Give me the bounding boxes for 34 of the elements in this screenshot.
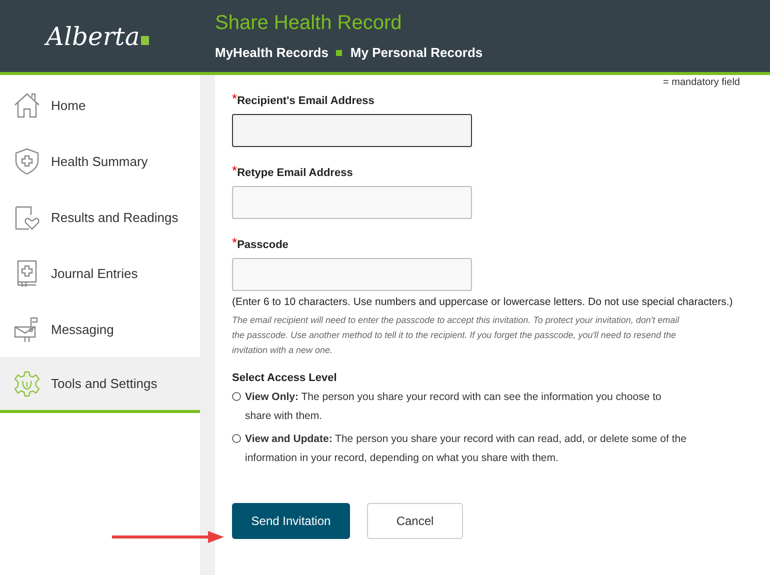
gear-icon: [13, 370, 41, 398]
passcode-note: The email recipient will need to enter the passcode to accept this invitation. To protect your invitation, don't email the passcode. Use another method to tell it to the recipient. If you forget the passcode, you'll need to resend the invitation with a new one.: [232, 314, 680, 357]
page-title: Share Health Record: [215, 12, 403, 35]
field-label: Passcode: [237, 239, 288, 251]
house-icon: [13, 91, 41, 119]
breadcrumb-link[interactable]: My Personal Records: [350, 45, 483, 60]
breadcrumb-link[interactable]: MyHealth Records: [215, 45, 328, 60]
access-option-text: View Only: The person you share your record with can see the information you choose to share with them.: [245, 390, 662, 424]
sidebar-item[interactable]: Journal Entries: [0, 245, 200, 301]
sidebar-item[interactable]: Health Summary: [0, 133, 200, 189]
logo-mark-icon: [140, 36, 149, 44]
input-field[interactable]: [232, 186, 472, 219]
access-level-heading: Select Access Level: [232, 372, 338, 384]
input-field[interactable]: [232, 258, 472, 291]
mandatory-field-note: = mandatory field: [663, 77, 740, 88]
required-mark: *: [232, 93, 238, 105]
radio-button[interactable]: [232, 434, 241, 443]
sidebar-item[interactable]: Tools and Settings: [0, 357, 200, 413]
radio-button[interactable]: [232, 392, 241, 401]
access-option-text: View and Update: The person you share your record with can read, add, or delete some of the information in your record, depending on what you share with them.: [245, 432, 687, 466]
cancel-button[interactable]: Cancel: [367, 503, 463, 539]
shield-icon: [13, 147, 41, 175]
sidebar-item[interactable]: Messaging: [0, 301, 200, 357]
separator-icon: [336, 50, 342, 56]
required-mark: *: [232, 165, 238, 177]
sidebar-item[interactable]: Results and Readings: [0, 189, 200, 245]
required-mark: *: [232, 237, 238, 249]
sidebar-item[interactable]: Home: [0, 77, 200, 133]
field-label: Retype Email Address: [237, 167, 353, 179]
send-button[interactable]: Send Invitation: [232, 503, 350, 539]
passcode-hint: (Enter 6 to 10 characters. Use numbers and uppercase or lowercase letters. Do not use special characters.): [232, 296, 734, 308]
logo: Alberta: [0, 22, 215, 50]
field-label: Recipient's Email Address: [237, 95, 374, 107]
input-field[interactable]: [232, 114, 472, 147]
